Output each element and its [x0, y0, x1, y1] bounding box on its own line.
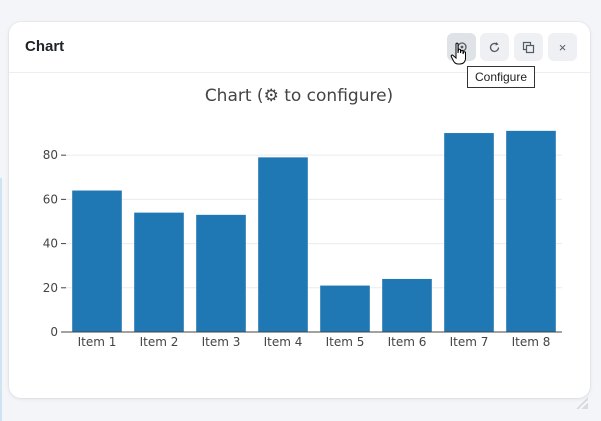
x-tick-label: Item 2 [140, 335, 179, 349]
y-tick-label: 40 [43, 237, 58, 251]
bar-8[interactable] [506, 130, 556, 332]
x-tick-label: Item 8 [512, 335, 551, 349]
x-tick-label: Item 3 [202, 335, 241, 349]
y-tick-label: 80 [43, 148, 58, 162]
x-tick-label: Item 7 [450, 335, 489, 349]
x-axis: Item 1 Item 2 Item 3 Item 4 Item 5 Item 6 Item… [78, 335, 551, 349]
y-tick-label: 0 [50, 325, 58, 339]
x-tick-label: Item 1 [78, 335, 117, 349]
chart-bars [72, 130, 556, 332]
bar-1[interactable] [72, 190, 122, 332]
bar-6[interactable] [382, 278, 432, 332]
x-tick-label: Item 5 [326, 335, 365, 349]
chart-title: Chart (⚙ to configure) [205, 86, 393, 106]
x-tick-label: Item 6 [388, 335, 427, 349]
bar-5[interactable] [320, 285, 370, 332]
x-tick-label: Item 4 [264, 335, 303, 349]
y-axis: 0 20 40 60 80 [43, 148, 66, 339]
bar-4[interactable] [258, 157, 308, 332]
resize-handle[interactable] [575, 396, 589, 415]
bar-2[interactable] [134, 212, 184, 332]
y-tick-label: 60 [43, 192, 58, 206]
bar-7[interactable] [444, 133, 494, 332]
y-tick-label: 20 [43, 281, 58, 295]
background-panel-edge [0, 178, 2, 421]
configure-tooltip: Configure [467, 66, 535, 88]
bar-3[interactable] [196, 214, 246, 332]
